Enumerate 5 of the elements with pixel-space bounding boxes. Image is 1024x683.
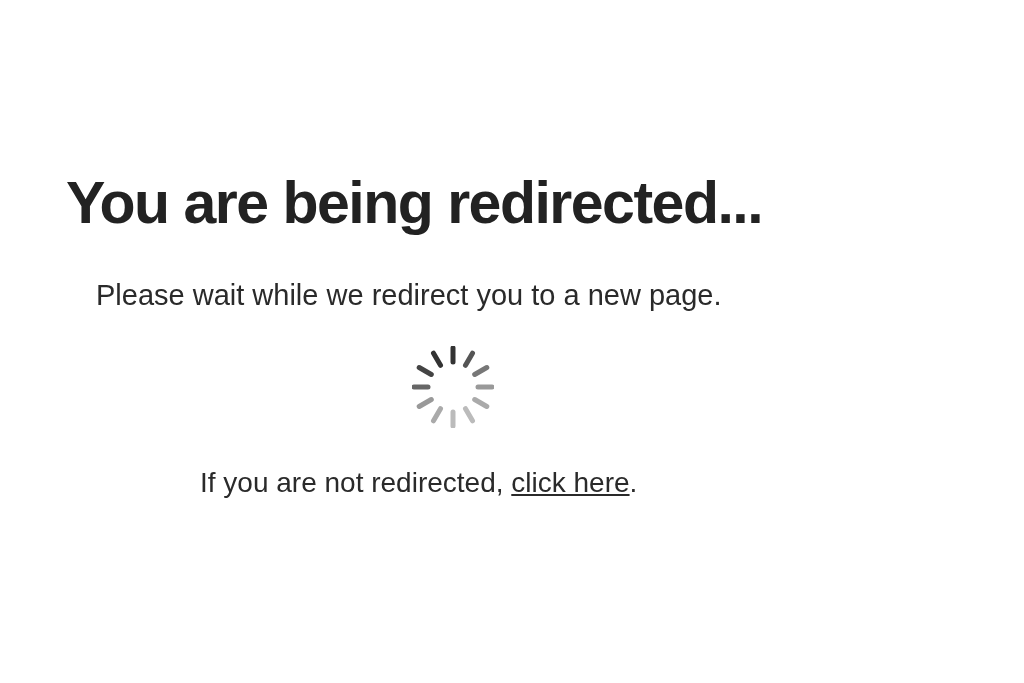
spinner-icon xyxy=(412,346,494,428)
wait-message: Please wait while we redirect you to a new page. xyxy=(95,278,723,312)
page-heading: You are being redirected... xyxy=(65,169,764,238)
fallback-message: If you are not redirected, click here. xyxy=(199,466,639,500)
click-here-link[interactable]: click here xyxy=(511,467,630,498)
